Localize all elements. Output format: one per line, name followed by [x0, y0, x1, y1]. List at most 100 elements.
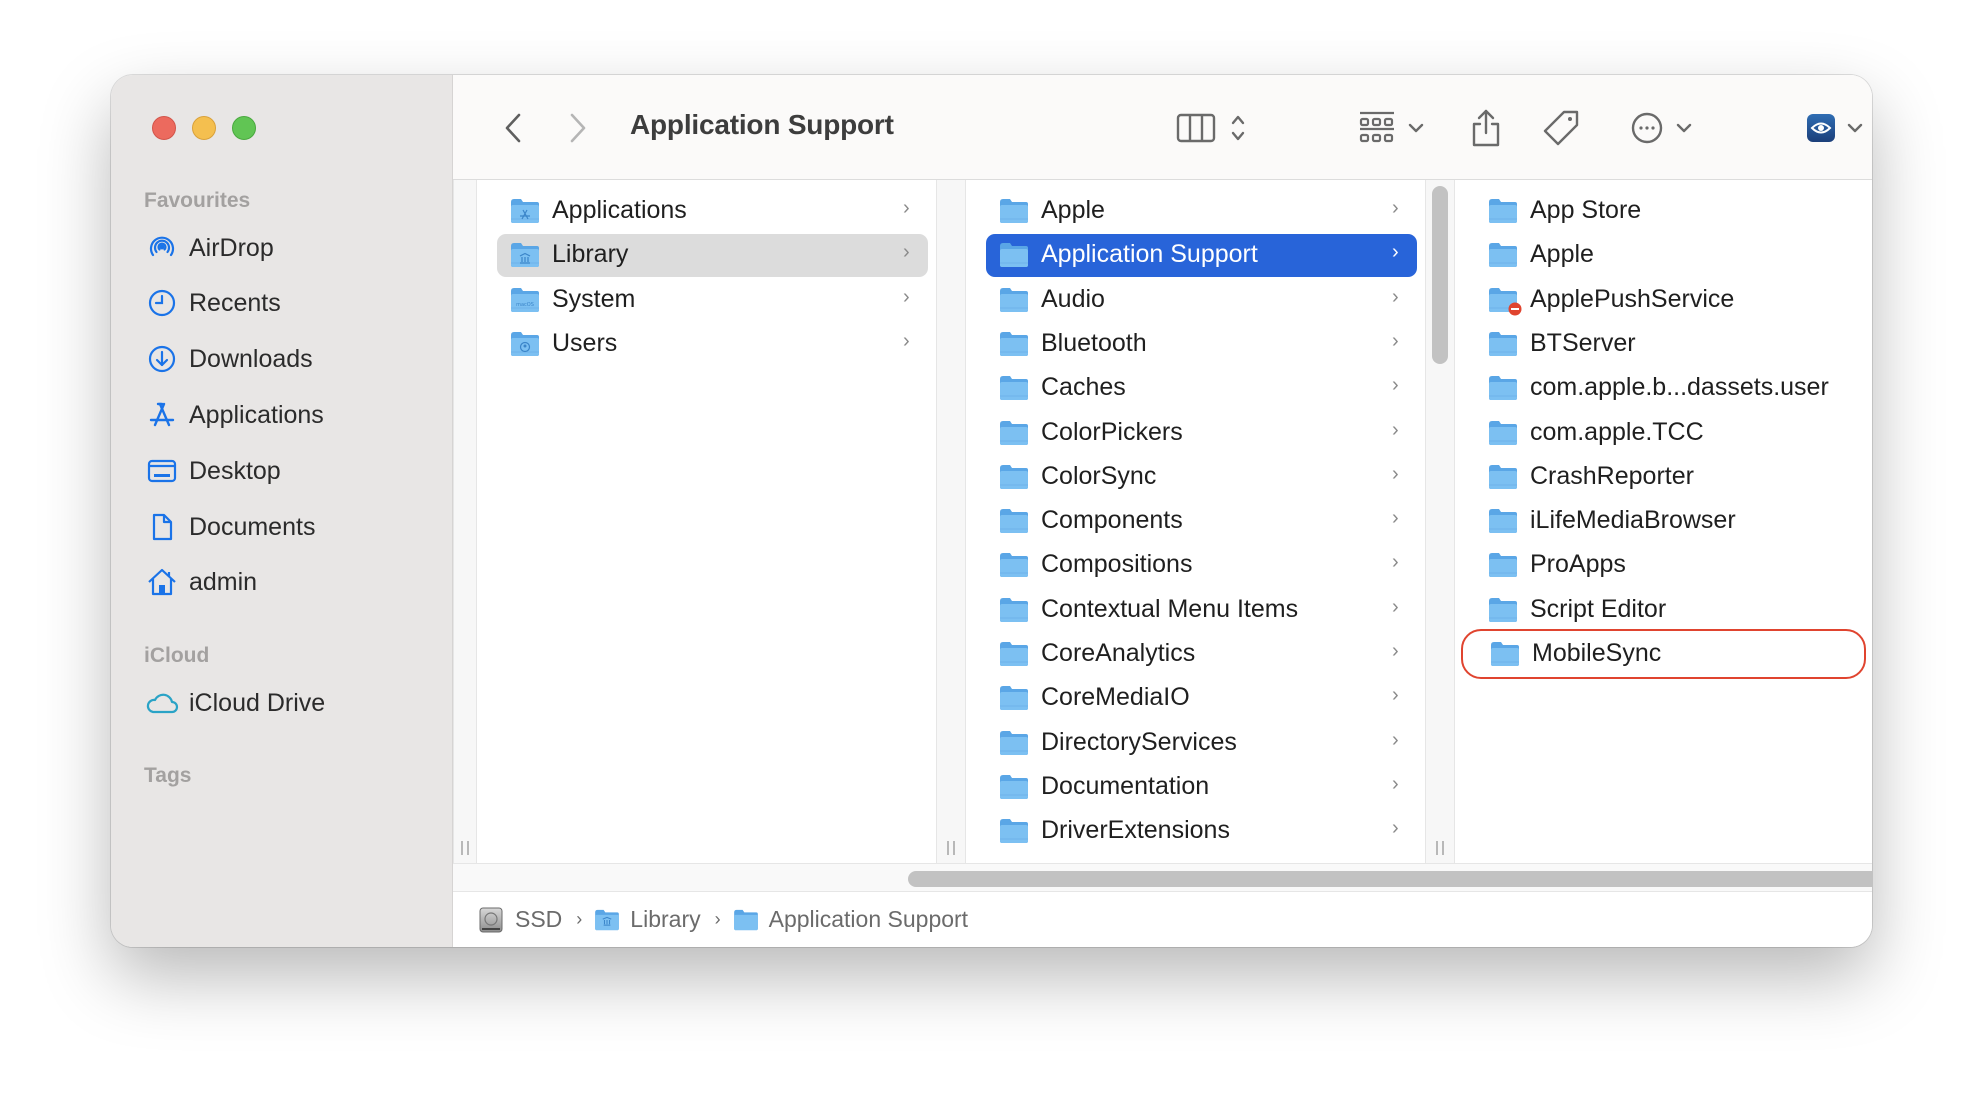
item-name: Apple [1530, 240, 1594, 269]
folder-icon [999, 375, 1029, 401]
back-button[interactable] [498, 105, 528, 151]
sidebar-item-applications[interactable]: Applications [131, 391, 441, 439]
column-2-item[interactable]: DriverExtensions › [986, 810, 1417, 853]
column-2-item[interactable]: Apple › [986, 190, 1417, 233]
share-button[interactable] [1468, 105, 1504, 151]
column-1-item[interactable]: Library › [497, 234, 928, 278]
folder-icon [1488, 420, 1518, 446]
macos-folder-icon: macOS [510, 287, 540, 313]
sidebar-item-desktop[interactable]: Desktop [131, 447, 441, 495]
horizontal-scrollbar[interactable] [453, 863, 1872, 892]
path-segment-ssd[interactable]: SSD [479, 906, 562, 933]
group-button[interactable] [1353, 105, 1428, 151]
sidebar-item-icloud-drive[interactable]: iCloud Drive [131, 679, 441, 727]
horizontal-scroll-thumb[interactable] [908, 871, 1872, 887]
column-resize-handle[interactable] [936, 180, 966, 863]
column-3-item[interactable]: com.apple.b...dassets.user [1461, 367, 1866, 410]
column-2-item[interactable]: CoreMediaIO › [986, 677, 1417, 720]
column-3-item[interactable]: Script Editor [1461, 589, 1866, 632]
column-2-item[interactable]: Compositions › [986, 544, 1417, 587]
column-1-item[interactable]: macOS System › [497, 279, 928, 322]
tags-button[interactable] [1541, 105, 1581, 151]
sidebar-item-downloads[interactable]: Downloads [131, 335, 441, 383]
column-3-item[interactable]: MobileSync [1461, 629, 1866, 679]
folder-icon [1488, 552, 1518, 578]
item-name: iLifeMediaBrowser [1530, 506, 1736, 535]
view-mode-button[interactable] [1171, 105, 1251, 151]
close-button[interactable] [152, 116, 176, 140]
users-folder-icon [510, 331, 540, 357]
folder-icon [1490, 641, 1520, 667]
disk-icon [479, 907, 503, 932]
column-3-item[interactable]: Apple [1461, 234, 1866, 277]
path-segment-label: Library [630, 906, 701, 932]
chevron-right-icon: › [1392, 329, 1399, 352]
path-segment-label: SSD [515, 906, 563, 932]
folder-icon [999, 774, 1029, 800]
column-3-item[interactable]: BTServer [1461, 323, 1866, 366]
column-resize-handle[interactable] [453, 180, 477, 863]
zoom-button[interactable] [232, 116, 256, 140]
column-2-item[interactable]: Audio › [986, 279, 1417, 322]
chevron-down-icon [1847, 123, 1863, 133]
path-chevron-icon: › [576, 909, 583, 929]
applications-icon [145, 398, 179, 432]
chevron-down-icon [1408, 123, 1423, 133]
item-name: com.apple.TCC [1530, 417, 1704, 446]
folder-icon [999, 242, 1029, 268]
column-3-item[interactable]: iLifeMediaBrowser [1461, 500, 1866, 543]
sidebar-item-label: Desktop [189, 456, 281, 485]
item-name: MobileSync [1532, 639, 1662, 667]
folder-icon [999, 818, 1029, 844]
sidebar-item-documents[interactable]: Documents [131, 503, 441, 551]
column-2-item[interactable]: ColorPickers › [986, 412, 1417, 455]
item-name: ColorSync [1041, 461, 1157, 490]
item-name: System [552, 284, 636, 313]
item-name: Bluetooth [1041, 328, 1147, 357]
column-2-item[interactable]: Application Support › [986, 234, 1417, 278]
sidebar-section-tags: Tags [144, 764, 192, 787]
folder-icon [1488, 242, 1518, 268]
column-3-item[interactable]: App Store [1461, 190, 1866, 233]
path-segment-application-support[interactable]: Application Support [733, 906, 968, 933]
quick-look-button[interactable] [1805, 105, 1865, 151]
column-3-item[interactable]: ApplePushService [1461, 279, 1866, 322]
applications-folder-icon [510, 198, 540, 224]
column-2-item[interactable]: Documentation › [986, 766, 1417, 809]
more-actions-button[interactable] [1628, 105, 1693, 151]
column-2-item[interactable]: DirectoryServices › [986, 722, 1417, 765]
item-name: Application Support [1041, 240, 1258, 269]
window-title: Application Support [630, 109, 894, 140]
column-2-item[interactable]: CoreAnalytics › [986, 633, 1417, 676]
sidebar-item-airdrop[interactable]: AirDrop [131, 224, 441, 272]
chevron-right-icon: › [903, 329, 910, 352]
column-1-item[interactable]: Applications › [497, 190, 928, 233]
item-name: Applications [552, 196, 687, 224]
column-2-item[interactable]: ColorSync › [986, 456, 1417, 499]
column-3-item[interactable]: com.apple.TCC [1461, 412, 1866, 455]
forward-button[interactable] [563, 105, 593, 151]
sidebar-item-admin[interactable]: admin [131, 558, 441, 606]
chevron-right-icon: › [1392, 640, 1399, 662]
column-2-scrollbar[interactable] [1432, 186, 1448, 364]
column-2-item[interactable]: Bluetooth › [986, 323, 1417, 366]
chevron-right-icon: › [1392, 462, 1399, 485]
folder-icon [1488, 597, 1518, 623]
sidebar-item-recents[interactable]: Recents [131, 279, 441, 327]
folder-icon [999, 331, 1029, 357]
item-name: Components [1041, 506, 1183, 535]
column-3-item[interactable]: ProApps [1461, 544, 1866, 587]
eye-icon [1807, 114, 1835, 142]
column-1-item[interactable]: Users › [497, 323, 928, 366]
column-3-item[interactable]: CrashReporter [1461, 456, 1866, 499]
path-segment-library[interactable]: Library [594, 906, 701, 933]
chevron-right-icon: › [903, 197, 910, 219]
item-name: Apple [1041, 196, 1105, 224]
minimize-button[interactable] [192, 116, 216, 140]
column-2-item[interactable]: Caches › [986, 367, 1417, 410]
sidebar-item-label: admin [189, 567, 258, 596]
column-2-item[interactable]: Components › [986, 500, 1417, 543]
sidebar: Favourites AirDrop Recents Downloads App… [111, 75, 453, 947]
column-2-item[interactable]: Contextual Menu Items › [986, 589, 1417, 632]
column-browser: Applications › Library › macOS System › Users › … [453, 180, 1872, 863]
